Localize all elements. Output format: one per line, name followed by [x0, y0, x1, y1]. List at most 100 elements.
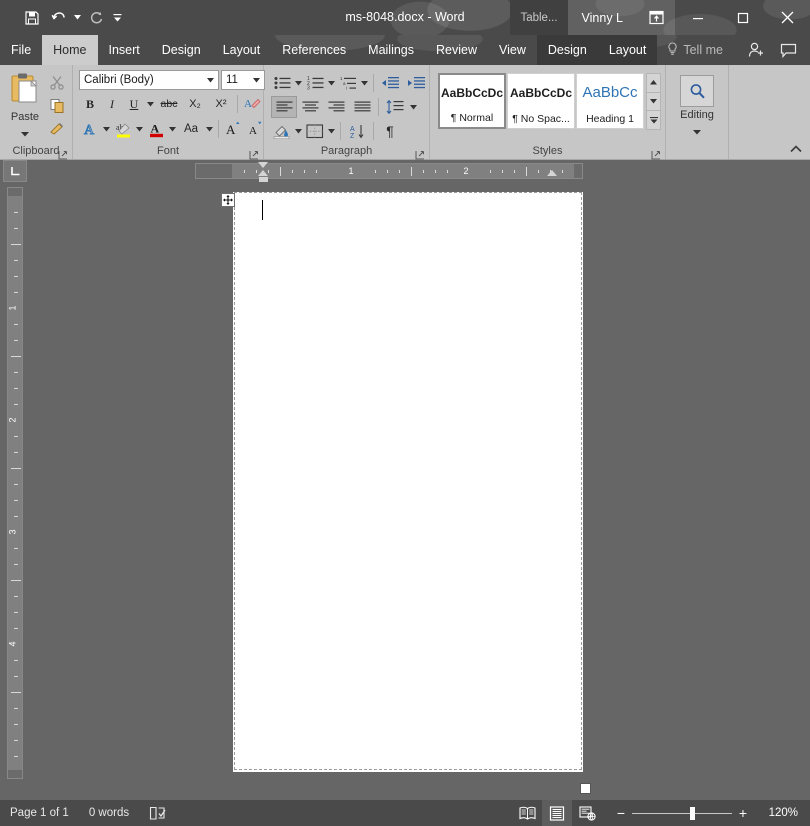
document-page[interactable] — [233, 192, 583, 772]
show-formatting-marks-button[interactable]: ¶ — [377, 120, 403, 142]
font-size-chevron-down-icon[interactable] — [249, 77, 264, 83]
redo-icon[interactable] — [84, 6, 108, 30]
view-web-layout[interactable] — [572, 800, 602, 826]
editing-chevron-down-icon[interactable] — [693, 122, 701, 140]
shrink-font-button[interactable]: A — [244, 118, 266, 140]
line-spacing-chevron-down-icon[interactable] — [408, 96, 419, 118]
borders-button[interactable] — [304, 120, 326, 142]
paragraph-dialog-launcher[interactable] — [415, 147, 425, 160]
close-icon[interactable] — [765, 0, 810, 35]
proofing-errors-icon[interactable] — [139, 800, 176, 826]
style-normal[interactable]: AaBbCcDc ¶ Normal — [438, 73, 506, 129]
horizontal-ruler[interactable]: 1 2 — [195, 163, 583, 179]
maximize-icon[interactable] — [720, 0, 765, 35]
tab-home[interactable]: Home — [42, 35, 98, 65]
styles-scroll-down-icon[interactable] — [646, 91, 661, 112]
tab-table-layout[interactable]: Layout — [597, 35, 658, 65]
shading-chevron-down-icon[interactable] — [293, 120, 304, 142]
tab-view[interactable]: View — [488, 35, 537, 65]
text-effects-button[interactable]: A — [79, 118, 101, 140]
tab-references[interactable]: References — [271, 35, 357, 65]
tell-me-search[interactable]: Tell me — [657, 35, 731, 65]
tab-review[interactable]: Review — [425, 35, 488, 65]
align-right-button[interactable] — [323, 96, 349, 118]
chevron-up-icon[interactable] — [788, 142, 804, 156]
style-heading-1[interactable]: AaBbCc Heading 1 — [576, 73, 644, 129]
tab-layout[interactable]: Layout — [212, 35, 272, 65]
clipboard-dialog-launcher[interactable] — [58, 147, 68, 160]
tab-file[interactable]: File — [0, 35, 42, 65]
font-color-button[interactable]: A — [145, 118, 167, 140]
align-center-button[interactable] — [297, 96, 323, 118]
view-read-mode[interactable] — [512, 800, 542, 826]
tab-table-design[interactable]: Design — [536, 35, 598, 65]
scissors-icon[interactable] — [46, 72, 68, 92]
multilevel-chevron-down-icon[interactable] — [359, 72, 370, 94]
word-count[interactable]: 0 words — [79, 800, 139, 826]
zoom-out-button[interactable]: − — [616, 805, 626, 821]
first-line-indent-marker[interactable] — [258, 162, 268, 168]
view-print-layout[interactable] — [542, 800, 572, 826]
line-spacing-button[interactable] — [382, 96, 408, 118]
styles-scroll-up-icon[interactable] — [646, 73, 661, 93]
font-color-chevron-down-icon[interactable] — [167, 118, 178, 140]
borders-chevron-down-icon[interactable] — [326, 120, 337, 142]
underline-chevron-down-icon[interactable] — [145, 93, 156, 115]
change-case-chevron-down-icon[interactable] — [204, 118, 215, 140]
strikethrough-button[interactable]: abc — [156, 93, 182, 115]
undo-icon[interactable] — [46, 6, 70, 30]
customize-qat-icon[interactable] — [110, 6, 124, 30]
paste-dropdown-icon[interactable] — [21, 124, 29, 142]
comments-icon[interactable] — [774, 35, 802, 65]
numbering-chevron-down-icon[interactable] — [326, 72, 337, 94]
change-case-button[interactable]: Aa — [178, 118, 204, 140]
tab-mailings[interactable]: Mailings — [357, 35, 425, 65]
italic-button[interactable]: I — [101, 93, 123, 115]
share-person-icon[interactable] — [742, 35, 770, 65]
zoom-slider-thumb[interactable] — [690, 806, 695, 820]
zoom-level[interactable]: 120% — [758, 807, 810, 819]
tab-design[interactable]: Design — [151, 35, 212, 65]
paintbrush-icon[interactable] — [46, 118, 68, 138]
paste-button[interactable]: Paste — [4, 69, 46, 142]
decrease-indent-button[interactable] — [377, 72, 403, 94]
minimize-icon[interactable] — [675, 0, 720, 35]
user-account-name[interactable]: Vinny L — [567, 0, 637, 35]
zoom-in-button[interactable]: + — [738, 805, 748, 821]
multilevel-list-button[interactable]: 1ai — [337, 72, 359, 94]
bold-button[interactable]: B — [79, 93, 101, 115]
grow-font-button[interactable]: A — [222, 118, 244, 140]
font-name-combo[interactable]: Calibri (Body) — [79, 70, 219, 90]
text-highlight-color-button[interactable]: ab — [112, 118, 134, 140]
vertical-ruler[interactable]: 1 2 3 4 — [7, 187, 23, 779]
align-left-button[interactable] — [271, 96, 297, 118]
underline-button[interactable]: U — [123, 93, 145, 115]
justify-button[interactable] — [349, 96, 375, 118]
right-indent-marker[interactable] — [547, 170, 557, 176]
font-dialog-launcher[interactable] — [249, 147, 259, 160]
ribbon-display-options-icon[interactable] — [637, 0, 675, 35]
shading-button[interactable] — [271, 120, 293, 142]
superscript-button[interactable]: X² — [208, 93, 234, 115]
table-move-handle-icon[interactable] — [221, 193, 235, 207]
hanging-indent-marker[interactable] — [258, 170, 268, 176]
undo-dropdown-icon[interactable] — [72, 6, 82, 30]
numbering-button[interactable]: 123 — [304, 72, 326, 94]
copy-icon[interactable] — [46, 95, 68, 115]
subscript-button[interactable]: X₂ — [182, 93, 208, 115]
bullets-button[interactable] — [271, 72, 293, 94]
font-name-chevron-down-icon[interactable] — [203, 77, 218, 83]
text-effects-chevron-down-icon[interactable] — [101, 118, 112, 140]
table-resize-handle-icon[interactable] — [580, 783, 591, 794]
editing-button[interactable]: Editing — [670, 73, 724, 140]
sort-button[interactable]: AZ — [344, 120, 370, 142]
clear-formatting-button[interactable]: A — [241, 93, 263, 115]
style-no-spacing[interactable]: AaBbCcDc ¶ No Spac... — [507, 73, 575, 129]
increase-indent-button[interactable] — [403, 72, 429, 94]
save-icon[interactable] — [20, 6, 44, 30]
zoom-slider[interactable] — [632, 806, 732, 820]
tab-stop-selector[interactable] — [3, 160, 27, 182]
styles-dialog-launcher[interactable] — [651, 147, 661, 160]
page-indicator[interactable]: Page 1 of 1 — [0, 800, 79, 826]
tab-insert[interactable]: Insert — [98, 35, 151, 65]
